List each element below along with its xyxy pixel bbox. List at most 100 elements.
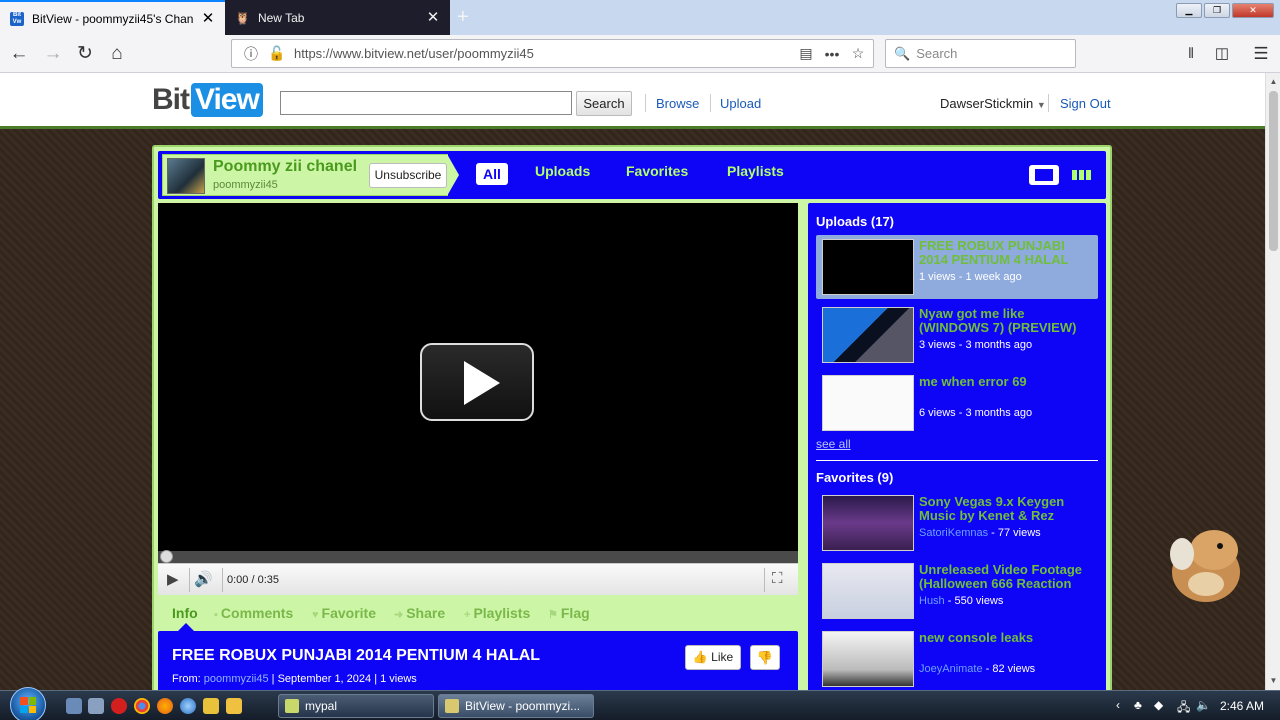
video-thumbnail[interactable] (822, 307, 914, 363)
user-menu[interactable]: DawserStickmin ▼ (940, 96, 1046, 111)
chrome-icon[interactable] (134, 698, 150, 714)
close-tab-icon[interactable]: ✕ (201, 11, 215, 26)
dislike-button[interactable]: 👎 (750, 645, 780, 670)
scroll-up-icon[interactable]: ▲ (1266, 77, 1280, 86)
tab-favorite[interactable]: ♥ Favorite (312, 605, 376, 621)
video-thumbnail[interactable] (822, 631, 914, 687)
video-title-link[interactable]: Sony Vegas 9.x Keygen Music by Kenet & R… (919, 495, 1095, 523)
taskbar-item-mypal[interactable]: mypal (278, 694, 434, 718)
list-item[interactable]: me when error 69 6 views - 3 months ago (816, 371, 1098, 435)
grid-view-icon[interactable] (1068, 165, 1098, 185)
scroll-thumb[interactable] (1269, 91, 1278, 251)
video-title-link[interactable]: FREE ROBUX PUNJABI 2014 PENTIUM 4 HALAL (919, 239, 1095, 267)
forward-arrow-icon[interactable]: → (42, 43, 64, 65)
site-search-button[interactable]: Search (576, 91, 632, 116)
back-arrow-icon[interactable]: ← (8, 43, 30, 65)
tab-new-tab[interactable]: 🦉 New Tab ✕ (225, 0, 450, 35)
browser-search-input[interactable]: 🔍 Search (885, 39, 1076, 68)
browse-link[interactable]: Browse (656, 96, 699, 111)
taskbar-item-bitview[interactable]: BitView - poommyzi... (438, 694, 594, 718)
start-button[interactable] (10, 687, 46, 720)
fullscreen-icon[interactable]: ⛶ (772, 570, 783, 587)
tab-uploads[interactable]: Uploads (535, 163, 590, 179)
video-thumbnail[interactable] (822, 495, 914, 551)
url-text[interactable]: https://www.bitview.net/user/poommyzii45 (294, 46, 789, 61)
site-search-input[interactable] (280, 91, 572, 115)
video-thumbnail[interactable] (822, 375, 914, 431)
show-hidden-icons[interactable]: ‹ (1116, 698, 1120, 712)
video-title-link[interactable]: me when error 69 (919, 375, 1095, 389)
clock[interactable]: 2:46 AM (1220, 699, 1264, 713)
hamburger-menu-icon[interactable]: ☰ (1250, 43, 1272, 65)
info-icon[interactable]: ⓘ (242, 44, 260, 64)
play-icon[interactable]: ▶ (167, 570, 179, 588)
video-title-link[interactable]: new console leaks (919, 631, 1095, 645)
tab-bitview[interactable]: Bit Vw BitView - poommyzii45's Chan ✕ (0, 0, 225, 35)
video-title-link[interactable]: Unreleased Video Footage (Halloween 666 … (919, 563, 1095, 591)
bitview-logo[interactable]: Bit View (152, 83, 263, 117)
author-link[interactable]: Hush (919, 595, 945, 607)
tab-info[interactable]: Info (172, 605, 198, 621)
upload-link[interactable]: Upload (720, 96, 761, 111)
task-label: BitView - poommyzi... (465, 699, 581, 713)
url-bar[interactable]: ⓘ 🔓 https://www.bitview.net/user/poommyz… (231, 39, 874, 68)
page-actions-icon[interactable]: ••• (823, 46, 841, 62)
list-item[interactable]: Nyaw got me like (WINDOWS 7) (PREVIEW) 3… (816, 303, 1098, 367)
reader-view-icon[interactable]: ▤ (797, 45, 815, 62)
maximize-button[interactable]: ❐ (1204, 3, 1230, 18)
reload-icon[interactable]: ↻ (74, 43, 96, 65)
opera-icon[interactable] (111, 698, 127, 714)
tab-playlists[interactable]: Playlists (727, 163, 784, 179)
bookmark-star-icon[interactable]: ☆ (849, 45, 867, 62)
author-link[interactable]: SatoriKemnas (919, 527, 988, 539)
new-tab-plus-icon[interactable]: + (457, 6, 469, 29)
close-tab-icon[interactable]: ✕ (426, 10, 440, 25)
tab-comments[interactable]: ▪ Comments (214, 605, 293, 621)
seek-bar[interactable] (158, 550, 798, 563)
hamster-mascot (1170, 530, 1240, 602)
list-item[interactable]: new console leaks JoeyAnimate - 82 views (816, 627, 1098, 690)
tab-favorites[interactable]: Favorites (626, 163, 688, 179)
media-player-icon[interactable] (203, 698, 219, 714)
volume-tray-icon[interactable]: 🔈 (1196, 698, 1211, 712)
list-item[interactable]: FREE ROBUX PUNJABI 2014 PENTIUM 4 HALAL … (816, 235, 1098, 299)
sidebar-toggle-icon[interactable]: ◫ (1211, 43, 1233, 65)
tab-all[interactable]: All (476, 163, 508, 185)
library-icon[interactable]: 𝍪 (1180, 43, 1202, 65)
sign-out-link[interactable]: Sign Out (1060, 96, 1111, 111)
firefox-icon[interactable] (157, 698, 173, 714)
ie-icon[interactable] (180, 698, 196, 714)
mypal-icon[interactable] (226, 698, 242, 714)
channel-avatar[interactable] (167, 158, 205, 194)
page-scrollbar[interactable]: ▲ ▼ (1265, 73, 1280, 690)
see-all-link[interactable]: see all (816, 437, 851, 451)
video-thumbnail[interactable] (822, 239, 914, 295)
video-title-link[interactable]: Nyaw got me like (WINDOWS 7) (PREVIEW) (919, 307, 1095, 335)
player-view-icon[interactable] (1029, 165, 1059, 185)
tray-app-icon[interactable]: ◆ (1154, 698, 1163, 712)
channel-name[interactable]: Poommy zii chanel (213, 158, 357, 176)
seek-handle[interactable] (160, 550, 173, 563)
uploader-link[interactable]: poommyzii45 (204, 673, 269, 685)
list-item[interactable]: Sony Vegas 9.x Keygen Music by Kenet & R… (816, 491, 1098, 555)
tray-app-icon[interactable]: ♣ (1134, 698, 1142, 712)
tab-flag[interactable]: ⚑ Flag (548, 605, 590, 621)
minimize-button[interactable]: ▁ (1176, 3, 1202, 18)
network-icon[interactable]: 🖧 (1177, 698, 1190, 719)
video-player[interactable]: ▶ 🔊 0:00 / 0:35 ⛶ (158, 203, 798, 595)
list-item[interactable]: Unreleased Video Footage (Halloween 666 … (816, 559, 1098, 623)
tab-share[interactable]: ➜ Share (394, 605, 445, 621)
lock-icon[interactable]: 🔓 (268, 45, 286, 62)
explorer-icon[interactable] (88, 698, 104, 714)
play-button[interactable] (420, 343, 534, 421)
home-icon[interactable]: ⌂ (106, 43, 128, 65)
scroll-down-icon[interactable]: ▼ (1266, 676, 1280, 685)
show-desktop-icon[interactable] (66, 698, 82, 714)
unsubscribe-button[interactable]: Unsubscribe (369, 163, 447, 188)
volume-icon[interactable]: 🔊 (194, 570, 213, 588)
like-button[interactable]: 👍 Like (685, 645, 741, 670)
tab-playlists-video[interactable]: + Playlists (464, 605, 530, 621)
window-close-button[interactable]: ✕ (1232, 3, 1274, 18)
author-link[interactable]: JoeyAnimate (919, 663, 983, 675)
video-thumbnail[interactable] (822, 563, 914, 619)
